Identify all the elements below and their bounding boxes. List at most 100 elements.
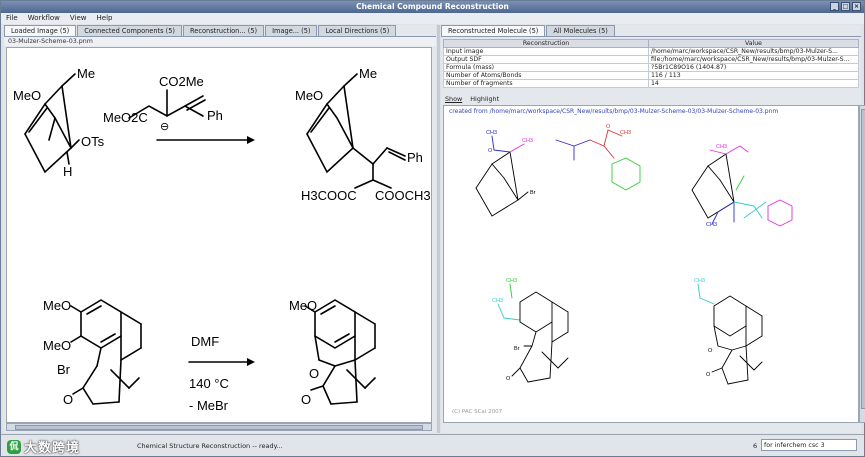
left-horizontal-scrollbar[interactable]: [6, 423, 432, 431]
subtab-highlight[interactable]: Highlight: [468, 95, 501, 104]
window-title: Chemical Compound Reconstruction: [356, 2, 509, 11]
label-cond-solvent: DMF: [191, 334, 219, 349]
title-bar: Chemical Compound Reconstruction _ □ ×: [1, 1, 864, 13]
subtab-show[interactable]: Show: [443, 95, 464, 104]
row-key: Number of fragments: [443, 79, 649, 88]
left-tabs: Loaded Image (5) Connected Components (5…: [4, 25, 436, 37]
label-r1-meo: MeO: [13, 88, 41, 103]
header-value: Value: [648, 39, 859, 48]
row-value: 14: [648, 79, 859, 88]
label-r2-meo2: MeO: [43, 338, 71, 353]
mol3-ch3-label-2: CH3: [706, 222, 717, 228]
tab-image[interactable]: Image... (5): [265, 25, 318, 36]
right-scroll-thumb[interactable]: [861, 109, 865, 409]
tab-reconstruction[interactable]: Reconstruction... (5): [183, 25, 265, 36]
reconstructed-structures: CH3 O CH3 Br CH3 O CH3 CH3 CH3 CH3 Br O …: [475, 124, 793, 385]
menu-bar: File Workflow View Help: [1, 13, 864, 24]
table-row[interactable]: Number of Atoms/Bonds 116 / 113: [443, 71, 859, 80]
label-reagent-co2me: CO2Me: [159, 74, 204, 89]
tab-connected-components[interactable]: Connected Components (5): [77, 25, 183, 36]
menu-workflow[interactable]: Workflow: [28, 13, 60, 24]
properties-table: Reconstruction Value Input image /home/m…: [443, 39, 859, 88]
label-r2-meo1: MeO: [43, 298, 71, 313]
mol1-br-label: Br: [530, 190, 536, 196]
label-reagent-meo2c: MeO2C: [103, 110, 148, 125]
row-key: Number of Atoms/Bonds: [443, 71, 649, 80]
right-pane: Reconstructed Molecule (5) All Molecules…: [441, 25, 865, 433]
table-row[interactable]: Input image /home/marc/workspace/CSR_New…: [443, 47, 859, 56]
menu-help[interactable]: Help: [97, 13, 113, 24]
row-value: 116 / 113: [648, 71, 859, 80]
watermark: 侃 大数跨境: [7, 437, 80, 456]
label-p1-cooch3: COOCH3: [375, 188, 431, 203]
status-input[interactable]: for inferchem csc 3: [761, 439, 857, 451]
menu-file[interactable]: File: [6, 13, 18, 24]
tab-local-directions[interactable]: Local Directions (5): [318, 25, 397, 36]
label-r2-o: O: [63, 392, 73, 407]
row-key: Input image: [443, 47, 649, 56]
copyright-text: (C) PAC SCai 2007: [452, 409, 503, 415]
row-value: file:/home/marc/workspace/CSR_New/result…: [648, 55, 859, 64]
left-pane: Loaded Image (5) Connected Components (5…: [4, 25, 436, 433]
table-row[interactable]: Number of fragments 14: [443, 79, 859, 88]
watermark-logo-icon: 侃: [7, 439, 21, 454]
status-count: 6: [753, 442, 758, 450]
app-window: Chemical Compound Reconstruction _ □ × F…: [0, 0, 865, 457]
right-tabs: Reconstructed Molecule (5) All Molecules…: [441, 25, 861, 37]
mol5-ch3-label: CH3: [694, 278, 705, 284]
label-p2-meo: MeO: [289, 298, 317, 313]
label-p1-h3cooc: H3COOC: [301, 188, 357, 203]
mol5-o-label-2: O: [706, 372, 711, 378]
arrow-head-2: [247, 358, 255, 366]
tab-loaded-image[interactable]: Loaded Image (5): [4, 25, 77, 36]
status-text: Chemical Structure Reconstruction -- rea…: [137, 442, 283, 450]
label-cond-loss: - MeBr: [189, 398, 229, 413]
label-p1-ph: Ph: [407, 150, 423, 165]
header-reconstruction: Reconstruction: [443, 39, 649, 48]
reconstructed-molecule-view: created from /home/marc/workspace/CSR_Ne…: [443, 105, 859, 423]
label-r1-ots: OTs: [81, 134, 105, 149]
mol4-ch3-label-2: CH3: [492, 298, 503, 304]
label-r1-h: H: [63, 164, 72, 179]
view-subtabs: Show Highlight: [443, 95, 501, 104]
label-reagent-ph: Ph: [207, 108, 223, 123]
row-key: Formula (mass): [443, 63, 649, 72]
maximize-button[interactable]: □: [841, 2, 850, 11]
table-row[interactable]: Formula (mass) ?5Br1C89O16 (1404.87): [443, 63, 859, 72]
table-row[interactable]: Output SDF file:/home/marc/workspace/CSR…: [443, 55, 859, 64]
right-vertical-scrollbar[interactable]: [859, 105, 865, 423]
arrow-head-1: [247, 136, 255, 144]
close-button[interactable]: ×: [852, 2, 861, 11]
label-cond-temp: 140 °C: [189, 376, 229, 391]
mol1-ch3-label: CH3: [486, 130, 497, 136]
row-key: Output SDF: [443, 55, 649, 64]
mol4-ch3-label: CH3: [506, 278, 517, 284]
row-value: ?5Br1C89O16 (1404.87): [648, 63, 859, 72]
minimize-button[interactable]: _: [830, 2, 839, 11]
mol4-br-label: Br: [514, 346, 520, 352]
tab-all-molecules[interactable]: All Molecules (5): [546, 25, 615, 36]
mol4-o-label: O: [506, 376, 511, 382]
label-p2-o1: O: [309, 366, 319, 381]
tab-reconstructed-molecule[interactable]: Reconstructed Molecule (5): [441, 25, 546, 36]
mol1-o-label: O: [488, 148, 493, 154]
file-label: 03-Mulzer-Scheme-03.pnm: [4, 37, 436, 46]
status-bar: 侃 大数跨境 Chemical Structure Reconstruction…: [1, 434, 864, 456]
row-value: /home/marc/workspace/CSR_New/results/bmp…: [648, 47, 859, 56]
label-p1-meo: MeO: [295, 88, 323, 103]
menu-view[interactable]: View: [70, 13, 87, 24]
label-p1-me: Me: [359, 66, 377, 81]
split-divider[interactable]: [437, 25, 440, 433]
label-r2-br: Br: [57, 362, 71, 377]
left-scroll-thumb[interactable]: [15, 425, 423, 430]
watermark-text: 大数跨境: [24, 441, 81, 456]
mol2-o-label: O: [606, 124, 611, 130]
mol1-ch3-label-2: CH3: [522, 138, 533, 144]
reaction-scheme: MeO Me OTs H CO2Me MeO2C Ph ⊖ MeO Me Ph …: [13, 66, 431, 413]
label-r1-me: Me: [77, 66, 95, 81]
loaded-image-view: MeO Me OTs H CO2Me MeO2C Ph ⊖ MeO Me Ph …: [6, 47, 432, 423]
mol2-ch3-label: CH3: [620, 130, 631, 136]
mol5-o-label: O: [708, 348, 713, 354]
mol3-ch3-label: CH3: [716, 144, 727, 150]
label-p2-o2: O: [301, 392, 311, 407]
